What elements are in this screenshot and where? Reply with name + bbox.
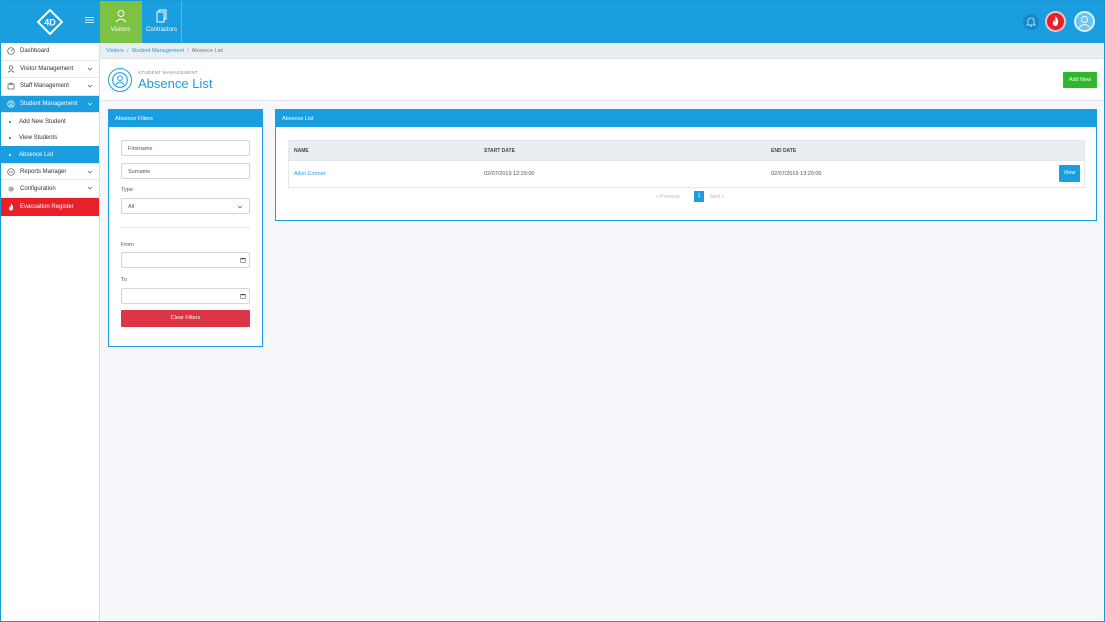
chevron-down-icon: [87, 170, 93, 174]
row-end-date: 02/07/2019 13:29:00: [771, 171, 822, 177]
sidebar-item-label: Configuration: [20, 185, 56, 192]
table-row: Ailso Conner 02/07/2019 12:29:00 02/07/2…: [289, 160, 1084, 187]
pagination-page-1[interactable]: 1: [694, 191, 704, 202]
menu-toggle-icon[interactable]: [85, 16, 95, 26]
to-date-input[interactable]: [121, 288, 250, 304]
absence-list-panel: Absence List NAME START DATE END DATE Ai…: [275, 109, 1097, 221]
chevron-down-icon: [87, 67, 93, 71]
surname-input[interactable]: Surname: [121, 163, 250, 179]
top-bar: 4D Visitors Contractors: [1, 1, 1104, 43]
tab-visitors[interactable]: Visitors: [100, 1, 141, 43]
type-select-value: All: [128, 203, 135, 210]
page-header: STUDENT MANAGEMENT Absence List Add New: [100, 59, 1104, 101]
user-icon: [115, 10, 126, 23]
student-icon: [108, 68, 132, 92]
sidebar-item-label: Dashboard: [20, 48, 50, 55]
dashboard-icon: [7, 47, 15, 55]
bell-icon: [1026, 17, 1036, 27]
tab-visitors-label: Visitors: [110, 27, 131, 33]
page-title: Absence List: [138, 76, 213, 91]
to-label: To: [121, 277, 127, 283]
breadcrumb-separator: /: [126, 48, 129, 54]
chevron-down-icon: [87, 187, 93, 190]
breadcrumb-separator: /: [187, 48, 189, 54]
from-label: From: [121, 242, 134, 248]
sidebar-item-reports-manager[interactable]: Reports Manager: [1, 162, 99, 181]
sidebar-item-label: Reports Manager: [20, 168, 67, 175]
sidebar-item-label: Staff Management: [20, 83, 69, 90]
breadcrumb-visitors[interactable]: Visitors: [106, 48, 124, 54]
sidebar-item-label: Visitor Management: [20, 65, 74, 72]
fire-icon: [1052, 16, 1059, 26]
breadcrumb-student-management[interactable]: Student Management: [131, 48, 184, 54]
from-date-input[interactable]: [121, 252, 250, 268]
gear-icon: [8, 186, 14, 192]
sidebar-item-configuration[interactable]: Configuration: [1, 180, 99, 199]
view-button[interactable]: View: [1059, 165, 1080, 182]
sidebar: Dashboard Visitor Management Staff Manag…: [1, 43, 100, 621]
user-icon: [7, 65, 15, 73]
reports-icon: [7, 168, 15, 176]
bullet: [9, 137, 11, 140]
page-subtitle: STUDENT MANAGEMENT: [138, 70, 199, 75]
chevron-down-icon: [87, 102, 93, 106]
type-label: Type: [121, 187, 133, 193]
sidebar-subitem-add-new-student[interactable]: Add New Student: [1, 113, 99, 130]
sidebar-item-label: View Students: [19, 135, 58, 142]
absence-table: NAME START DATE END DATE Ailso Conner 02…: [288, 140, 1085, 188]
column-header-name[interactable]: NAME: [294, 148, 309, 154]
list-title: Absence List: [276, 110, 1096, 127]
clear-filters-button[interactable]: Clear Filters: [121, 310, 250, 327]
staff-icon: [7, 83, 15, 90]
sidebar-item-label: Evacuation Register: [20, 203, 74, 210]
divider: [121, 227, 250, 228]
absence-filters-panel: Absence Filters Firstname Surname Type A…: [108, 109, 263, 347]
filters-title: Absence Filters: [109, 110, 262, 127]
documents-icon: [156, 9, 166, 23]
sidebar-subitem-view-students[interactable]: View Students: [1, 130, 99, 147]
sidebar-item-visitor-management[interactable]: Visitor Management: [1, 61, 99, 79]
breadcrumb: Visitors / Student Management / Absence List: [100, 43, 1104, 59]
bullet: [9, 153, 11, 156]
table-header: NAME START DATE END DATE: [289, 141, 1084, 160]
column-header-start-date[interactable]: START DATE: [484, 148, 515, 154]
row-name-link[interactable]: Ailso Conner: [294, 171, 326, 177]
sidebar-subitem-absence-list[interactable]: Absence List: [1, 146, 99, 163]
firstname-input[interactable]: Firstname: [121, 140, 250, 156]
evacuation-button[interactable]: [1045, 11, 1066, 32]
sidebar-item-staff-management[interactable]: Staff Management: [1, 78, 99, 96]
bullet: [9, 120, 11, 123]
notifications-button[interactable]: [1023, 14, 1039, 30]
calendar-icon[interactable]: [240, 293, 246, 299]
type-select[interactable]: All: [121, 198, 250, 214]
tab-contractors-label: Contractors: [145, 27, 177, 33]
chevron-down-icon: [237, 205, 243, 209]
logo-icon[interactable]: 4D: [37, 9, 63, 35]
user-avatar-button[interactable]: [1074, 11, 1095, 32]
row-start-date: 02/07/2019 12:29:00: [484, 171, 535, 177]
breadcrumb-current: Absence List: [191, 48, 224, 54]
svg-text:4D: 4D: [44, 18, 56, 28]
pagination-next[interactable]: Next »: [710, 194, 724, 200]
avatar-icon: [1078, 16, 1091, 29]
sidebar-item-label: Absence List: [19, 151, 54, 158]
sidebar-item-label: Student Management: [20, 101, 78, 108]
tab-contractors[interactable]: Contractors: [141, 1, 182, 43]
sidebar-item-student-management[interactable]: Student Management: [1, 95, 99, 114]
chevron-down-icon: [87, 84, 93, 88]
calendar-icon[interactable]: [240, 257, 246, 263]
add-new-button[interactable]: Add New: [1063, 72, 1097, 88]
sidebar-item-dashboard[interactable]: Dashboard: [1, 43, 99, 61]
sidebar-item-label: Add New Student: [19, 118, 66, 125]
sidebar-item-evacuation-register[interactable]: Evacuation Register: [1, 198, 99, 216]
column-header-end-date[interactable]: END DATE: [771, 148, 796, 154]
app-frame: 4D Visitors Contractors Dashboard Visito…: [0, 0, 1105, 622]
pagination-previous[interactable]: « Previous: [656, 194, 680, 200]
student-icon: [7, 100, 15, 108]
fire-icon: [9, 203, 14, 211]
